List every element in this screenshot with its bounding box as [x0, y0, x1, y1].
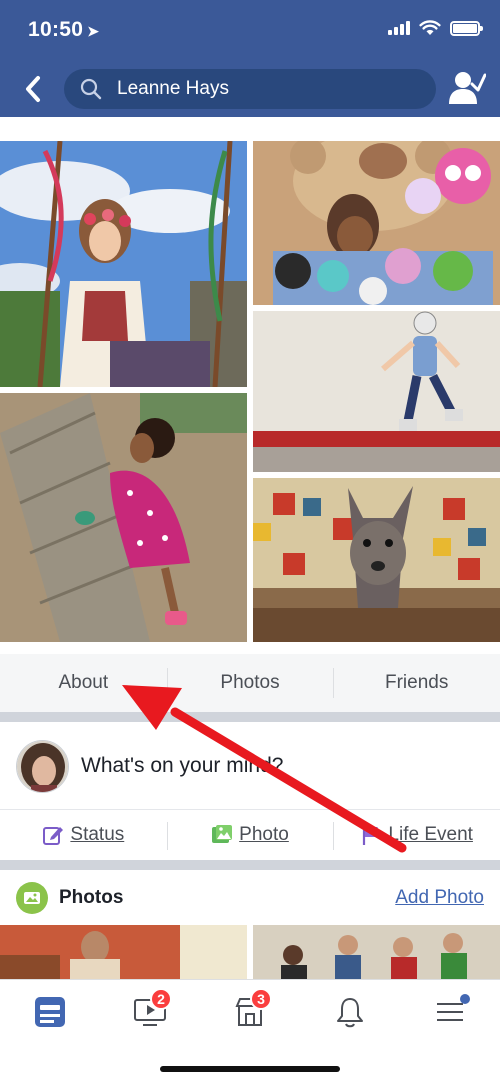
chevron-left-icon	[26, 76, 40, 102]
section-divider	[0, 860, 500, 870]
photo-icon	[212, 825, 233, 843]
status-label: Status	[70, 824, 125, 845]
life-event-label: Life Event	[388, 824, 473, 845]
friend-request-icon[interactable]	[448, 70, 486, 106]
facebook-profile-screen: 10:50 ➤ Leanne Hays About Photos Friends…	[0, 0, 500, 1083]
collage-photo-puppy[interactable]	[253, 478, 500, 642]
edit-icon	[43, 827, 64, 845]
menu-tab[interactable]	[420, 992, 480, 1032]
watch-badge: 2	[150, 988, 172, 1010]
photo-thumbnail[interactable]	[0, 925, 247, 979]
life-event-button[interactable]: Life Event	[333, 810, 500, 860]
photo-button[interactable]: Photo	[166, 810, 334, 860]
bell-icon	[337, 998, 363, 1028]
marketplace-tab[interactable]: 3	[220, 988, 280, 1032]
marketplace-badge: 3	[250, 988, 272, 1010]
photos-title: Photos	[59, 887, 124, 908]
cellular-signal-icon	[388, 21, 410, 35]
watch-tab[interactable]: 2	[120, 988, 180, 1032]
notifications-tab[interactable]	[320, 992, 380, 1032]
tab-about[interactable]: About	[0, 654, 167, 712]
collage-photo-roller-skater[interactable]	[253, 311, 500, 472]
post-composer: What's on your mind?	[0, 723, 500, 809]
flag-icon	[363, 826, 379, 845]
tab-friends[interactable]: Friends	[333, 654, 500, 712]
home-indicator	[160, 1066, 340, 1072]
back-button[interactable]	[18, 72, 48, 106]
status-icons	[388, 20, 483, 36]
composer-actions: Status Photo Life Event	[0, 809, 500, 860]
collage-photo-climbing-toddler[interactable]	[0, 393, 247, 642]
photos-section-header: Photos Add Photo	[0, 872, 500, 924]
news-feed-icon	[35, 997, 65, 1027]
section-divider	[0, 712, 500, 722]
battery-icon	[450, 20, 483, 36]
tab-photos[interactable]: Photos	[166, 654, 334, 712]
collage-photo-plush-toys[interactable]	[253, 141, 500, 305]
wifi-icon	[419, 20, 441, 35]
collage-photo-maypole[interactable]	[0, 141, 247, 387]
search-input[interactable]: Leanne Hays	[64, 69, 436, 109]
composer-prompt[interactable]: What's on your mind?	[81, 754, 283, 778]
menu-dot-badge	[460, 994, 470, 1004]
location-arrow-icon: ➤	[87, 23, 100, 39]
clock: 10:50	[28, 18, 84, 41]
search-icon	[80, 78, 102, 100]
status-time: 10:50 ➤	[28, 18, 99, 42]
profile-photo-collage	[0, 141, 500, 642]
search-value: Leanne Hays	[117, 78, 229, 99]
photos-icon	[16, 882, 48, 914]
avatar[interactable]	[16, 739, 69, 793]
news-feed-tab[interactable]	[20, 992, 80, 1032]
add-photo-link[interactable]: Add Photo	[395, 887, 484, 909]
status-button[interactable]: Status	[0, 810, 167, 860]
top-bar: 10:50 ➤ Leanne Hays	[0, 0, 500, 117]
photo-thumbnail[interactable]	[253, 925, 500, 979]
profile-tabs: About Photos Friends	[0, 654, 500, 712]
photo-label: Photo	[239, 824, 289, 845]
